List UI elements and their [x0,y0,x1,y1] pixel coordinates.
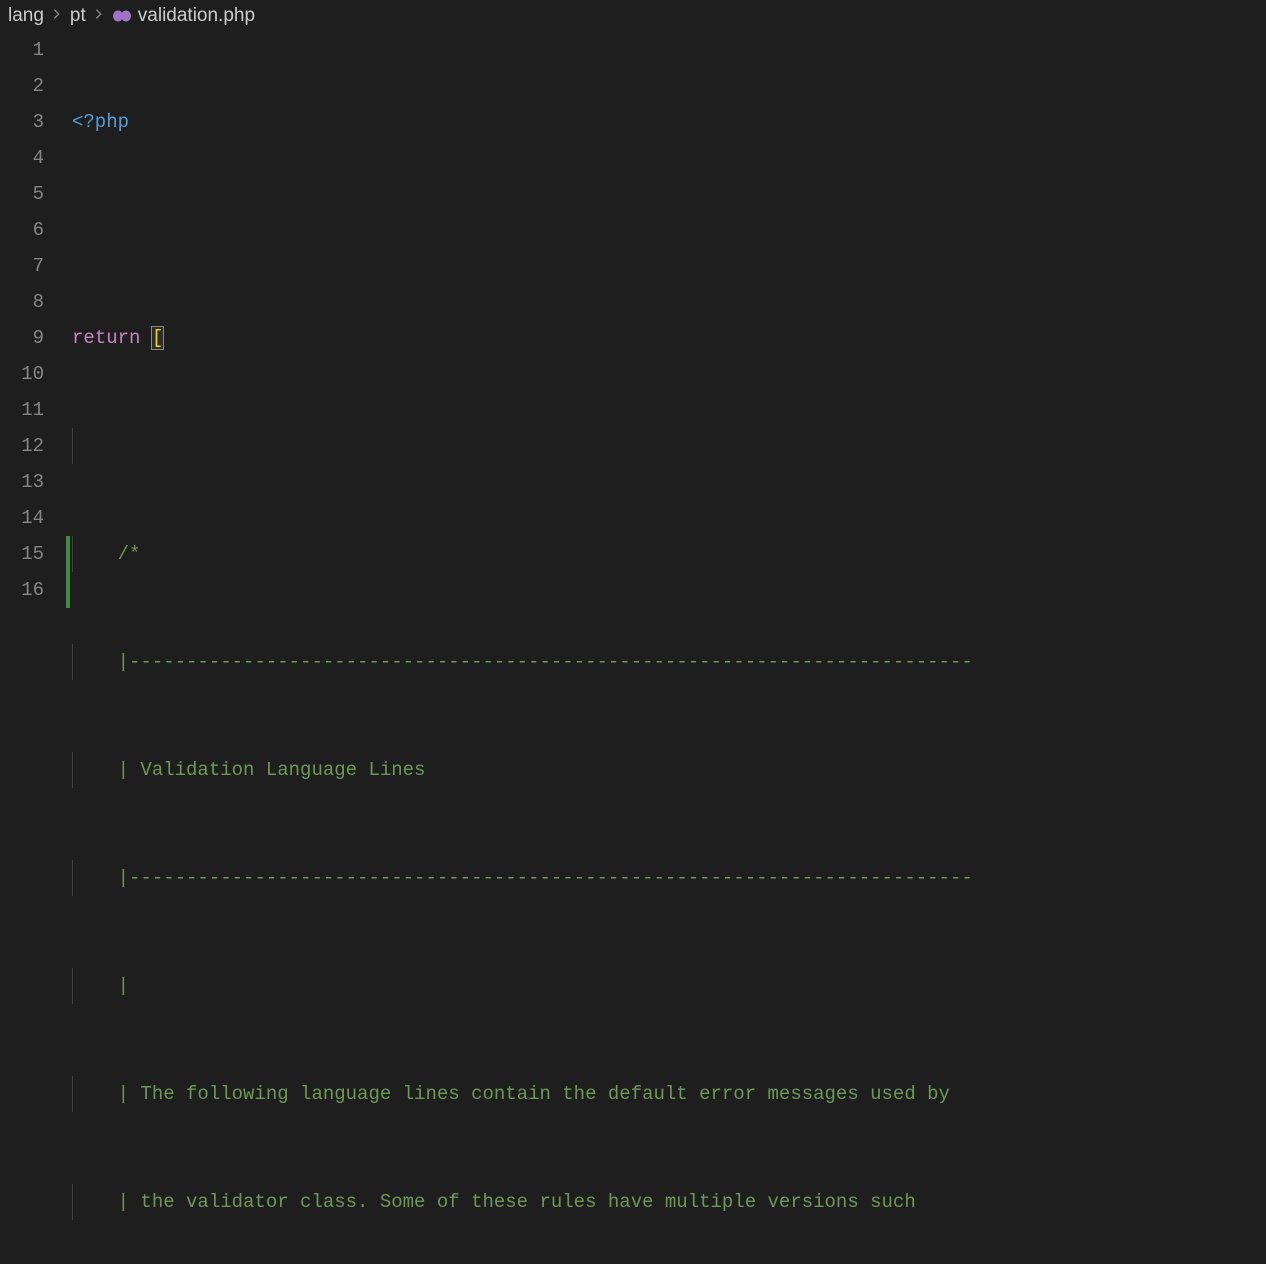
code-line[interactable]: | the validator class. Some of these rul… [72,1184,1266,1220]
code-line[interactable]: /* [72,536,1266,572]
line-number: 8 [0,284,44,320]
line-number: 1 [0,32,44,68]
line-number: 16 [0,572,44,608]
line-number-gutter: 1 2 3 4 5 6 7 8 9 10 11 12 13 14 15 16 [0,32,72,632]
breadcrumb-item-file[interactable]: validation.php [138,5,255,27]
line-number: 12 [0,428,44,464]
code-line[interactable]: |---------------------------------------… [72,644,1266,680]
modified-line-indicator [66,536,70,608]
chevron-right-icon [92,7,106,26]
line-number: 6 [0,212,44,248]
code-line[interactable] [72,428,1266,464]
line-number: 11 [0,392,44,428]
php-file-icon [112,9,132,23]
line-number: 5 [0,176,44,212]
code-line[interactable]: | The following language lines contain t… [72,1076,1266,1112]
code-line[interactable]: <?php [72,104,1266,140]
bracket-match-highlight: [ [151,326,164,350]
line-number: 14 [0,500,44,536]
line-number: 15 [0,536,44,572]
breadcrumb-item-lang[interactable]: lang [8,5,44,27]
line-number: 3 [0,104,44,140]
line-number: 7 [0,248,44,284]
code-line[interactable] [72,212,1266,248]
chevron-right-icon [50,7,64,26]
line-number: 2 [0,68,44,104]
code-line[interactable]: | Validation Language Lines [72,752,1266,788]
line-number: 9 [0,320,44,356]
breadcrumb-item-pt[interactable]: pt [70,5,86,27]
line-number: 4 [0,140,44,176]
line-number: 10 [0,356,44,392]
code-line[interactable]: return [ [72,320,1266,356]
code-content[interactable]: <?php return [ /* |---------------------… [72,32,1266,632]
line-number: 13 [0,464,44,500]
code-line[interactable]: |---------------------------------------… [72,860,1266,896]
code-editor[interactable]: 1 2 3 4 5 6 7 8 9 10 11 12 13 14 15 16 <… [0,32,1266,632]
code-line[interactable]: | [72,968,1266,1004]
breadcrumb: lang pt validation.php [0,0,1266,32]
